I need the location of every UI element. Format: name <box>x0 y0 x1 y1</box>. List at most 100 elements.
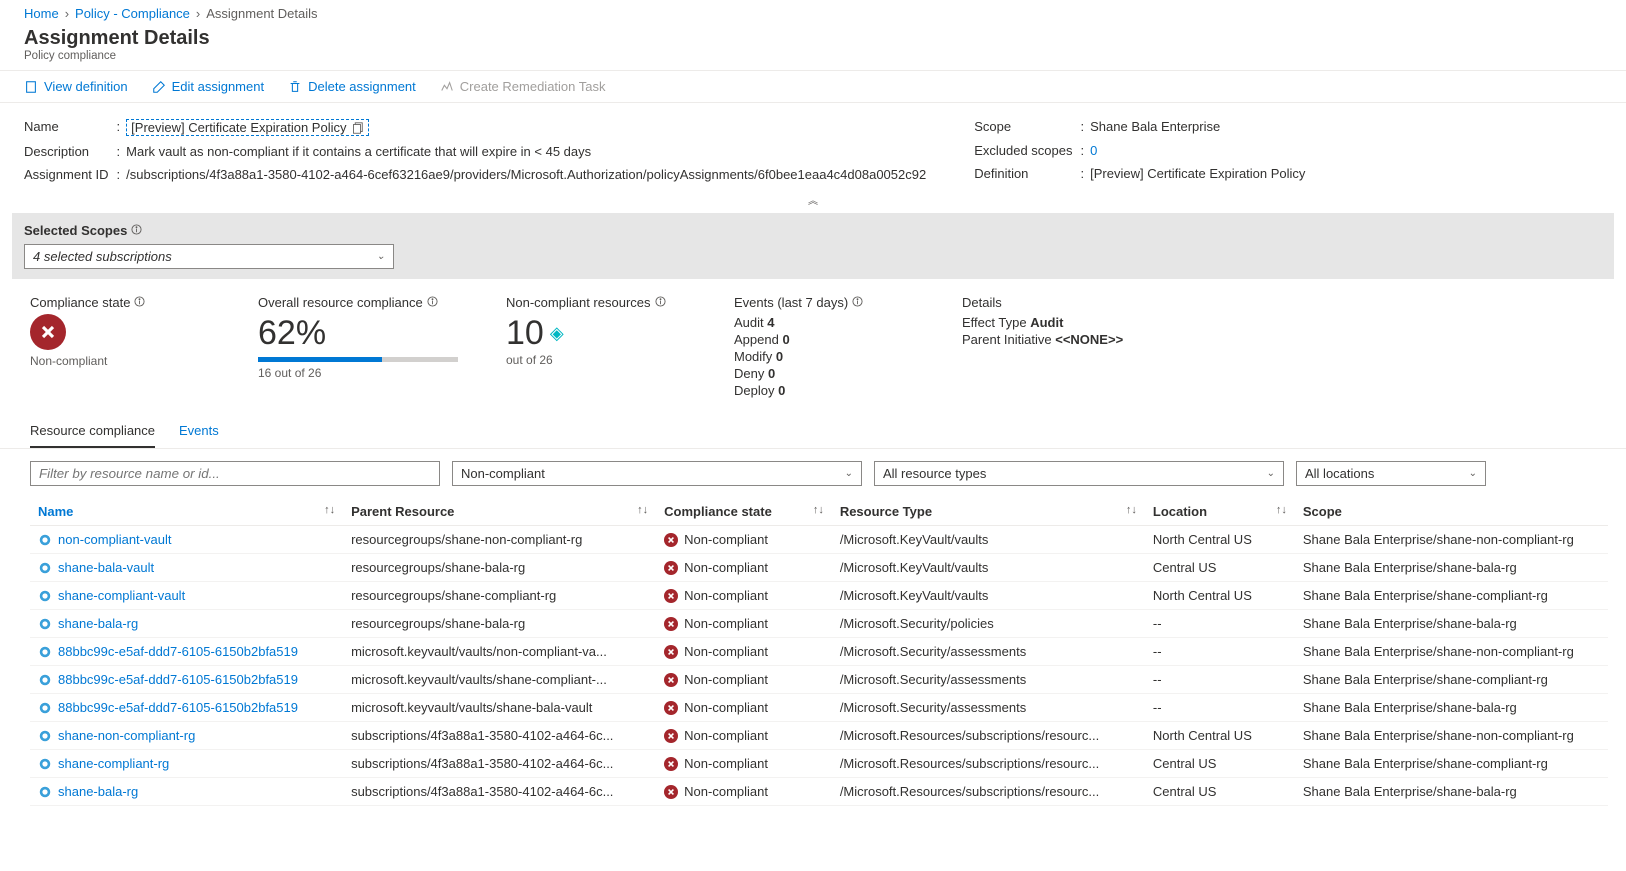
resource-name-link[interactable]: 88bbc99c-e5af-ddd7-6105-6150b2bfa519 <box>38 700 335 715</box>
event-modify-label: Modify <box>734 349 772 364</box>
cell-parent: subscriptions/4f3a88a1-3580-4102-a464-6c… <box>343 778 656 806</box>
cell-parent: resourcegroups/shane-non-compliant-rg <box>343 526 656 554</box>
resource-name-link[interactable]: 88bbc99c-e5af-ddd7-6105-6150b2bfa519 <box>38 644 335 659</box>
cell-scope: Shane Bala Enterprise/shane-non-complian… <box>1295 722 1608 750</box>
tab-resource-compliance[interactable]: Resource compliance <box>30 415 155 448</box>
resource-icon <box>38 701 52 715</box>
resource-name-label: shane-bala-rg <box>58 784 138 799</box>
compliance-state-text: Non-compliant <box>684 756 768 771</box>
resource-name-link[interactable]: shane-bala-vault <box>38 560 335 575</box>
events-label: Events (last 7 days) <box>734 295 848 310</box>
detail-definition-label: Definition <box>974 162 1080 186</box>
cell-scope: Shane Bala Enterprise/shane-bala-rg <box>1295 778 1608 806</box>
detail-assignment-id-label: Assignment ID <box>24 163 117 186</box>
delete-assignment-button[interactable]: Delete assignment <box>288 79 416 94</box>
cell-scope: Shane Bala Enterprise/shane-compliant-rg <box>1295 582 1608 610</box>
selected-scopes-dropdown[interactable]: 4 selected subscriptions ⌄ <box>24 244 394 269</box>
detail-excluded-label: Excluded scopes <box>974 139 1080 163</box>
col-scope[interactable]: Scope <box>1295 498 1608 526</box>
compliance-state-text: Non-compliant <box>684 588 768 603</box>
view-definition-button[interactable]: View definition <box>24 79 128 94</box>
resource-name-link[interactable]: shane-compliant-rg <box>38 756 335 771</box>
page-header: Assignment Details Policy compliance <box>0 25 1626 70</box>
tab-events[interactable]: Events <box>179 415 219 448</box>
cell-scope: Shane Bala Enterprise/shane-bala-rg <box>1295 610 1608 638</box>
effect-type-label: Effect Type <box>962 315 1027 330</box>
col-compliance[interactable]: Compliance state↑↓ <box>656 498 832 526</box>
filter-row: Non-compliant ⌄ All resource types ⌄ All… <box>0 449 1626 498</box>
cube-icon: ◈ <box>550 323 564 344</box>
create-remediation-button: Create Remediation Task <box>440 79 606 94</box>
compliance-state-text: Non-compliant <box>684 560 768 575</box>
resource-name-link[interactable]: shane-compliant-vault <box>38 588 335 603</box>
info-icon[interactable] <box>427 295 438 310</box>
resource-icon <box>38 617 52 631</box>
cell-compliance: Non-compliant <box>664 672 824 687</box>
overall-compliance-percent: 62% <box>258 314 458 353</box>
filter-resourcetype-dropdown[interactable]: All resource types ⌄ <box>874 461 1284 486</box>
resource-name-link[interactable]: non-compliant-vault <box>38 532 335 547</box>
cell-location: North Central US <box>1145 582 1295 610</box>
cell-location: -- <box>1145 610 1295 638</box>
edit-assignment-button[interactable]: Edit assignment <box>152 79 265 94</box>
event-audit-value: 4 <box>767 315 774 330</box>
detail-name-label: Name <box>24 115 117 140</box>
details-metric: Details Effect Type Audit Parent Initiat… <box>962 295 1142 399</box>
resource-name-link[interactable]: 88bbc99c-e5af-ddd7-6105-6150b2bfa519 <box>38 672 335 687</box>
compliance-state-label: Compliance state <box>30 295 130 310</box>
event-append-value: 0 <box>782 332 789 347</box>
resource-name-link[interactable]: shane-non-compliant-rg <box>38 728 335 743</box>
page-subtitle: Policy compliance <box>24 50 1602 62</box>
breadcrumb-current: Assignment Details <box>206 6 317 21</box>
detail-excluded-value[interactable]: 0 <box>1090 139 1305 163</box>
resource-icon <box>38 757 52 771</box>
compliance-state-text: Non-compliant <box>684 532 768 547</box>
detail-assignment-id-value: /subscriptions/4f3a88a1-3580-4102-a464-6… <box>126 163 926 186</box>
cell-compliance: Non-compliant <box>664 756 824 771</box>
copy-icon[interactable] <box>350 121 364 135</box>
info-icon[interactable] <box>655 295 666 310</box>
resource-icon <box>38 561 52 575</box>
resource-name-link[interactable]: shane-bala-rg <box>38 616 335 631</box>
compliance-state-text: Non-compliant <box>684 616 768 631</box>
info-icon[interactable] <box>852 295 863 310</box>
collapse-details-icon[interactable]: ︽ <box>808 196 818 207</box>
info-icon[interactable] <box>131 223 142 238</box>
filter-compliance-dropdown[interactable]: Non-compliant ⌄ <box>452 461 862 486</box>
info-icon[interactable] <box>134 295 145 310</box>
resource-icon <box>38 785 52 799</box>
non-compliant-icon <box>664 589 678 603</box>
resource-name-link[interactable]: shane-bala-rg <box>38 784 335 799</box>
table-row: 88bbc99c-e5af-ddd7-6105-6150b2bfa519micr… <box>30 666 1608 694</box>
cell-parent: resourcegroups/shane-bala-rg <box>343 554 656 582</box>
non-compliant-resources-count: 10 <box>506 314 544 353</box>
compliance-state-text: Non-compliant <box>684 672 768 687</box>
sort-icon: ↑↓ <box>637 504 648 516</box>
non-compliant-icon <box>664 533 678 547</box>
filter-name-input[interactable] <box>30 461 440 486</box>
view-definition-label: View definition <box>44 79 128 94</box>
cell-compliance: Non-compliant <box>664 728 824 743</box>
col-parent[interactable]: Parent Resource↑↓ <box>343 498 656 526</box>
filter-location-dropdown[interactable]: All locations ⌄ <box>1296 461 1486 486</box>
detail-name-value[interactable]: [Preview] Certificate Expiration Policy <box>126 119 369 136</box>
sort-icon: ↑↓ <box>1126 504 1137 516</box>
detail-scope-value: Shane Bala Enterprise <box>1090 115 1305 139</box>
resource-icon <box>38 729 52 743</box>
col-name[interactable]: Name↑↓ <box>30 498 343 526</box>
resource-name-label: shane-bala-vault <box>58 560 154 575</box>
breadcrumb-policy[interactable]: Policy - Compliance <box>75 6 190 21</box>
resource-icon <box>38 673 52 687</box>
cell-resourcetype: /Microsoft.KeyVault/vaults <box>832 554 1145 582</box>
cell-location: Central US <box>1145 554 1295 582</box>
detail-scope-label: Scope <box>974 115 1080 139</box>
resource-name-label: 88bbc99c-e5af-ddd7-6105-6150b2bfa519 <box>58 644 298 659</box>
col-location[interactable]: Location↑↓ <box>1145 498 1295 526</box>
selected-scopes-value: 4 selected subscriptions <box>33 249 172 264</box>
col-resourcetype[interactable]: Resource Type↑↓ <box>832 498 1145 526</box>
breadcrumb-sep: › <box>65 6 69 21</box>
detail-definition-value: [Preview] Certificate Expiration Policy <box>1090 162 1305 186</box>
breadcrumb-home[interactable]: Home <box>24 6 59 21</box>
resource-name-label: shane-compliant-vault <box>58 588 185 603</box>
non-compliant-icon <box>664 785 678 799</box>
